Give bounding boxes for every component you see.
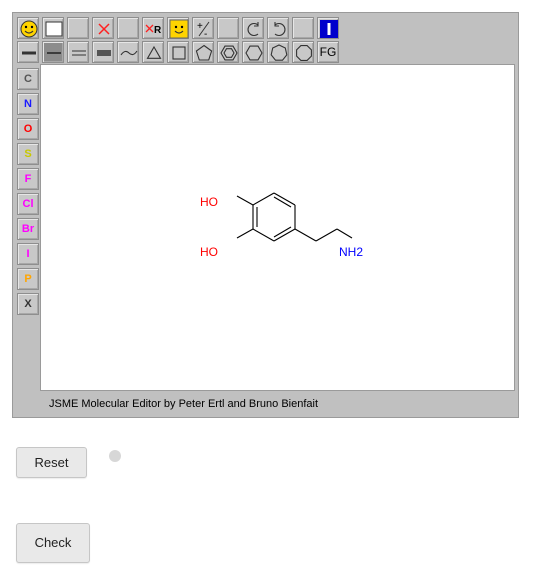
ring3-button[interactable] xyxy=(142,41,164,63)
blank-square-icon xyxy=(45,21,63,37)
element-button-s[interactable]: S xyxy=(17,143,39,165)
smiley-square-icon xyxy=(169,19,189,39)
check-button[interactable]: Check xyxy=(16,523,90,563)
toolbar-empty-slot xyxy=(67,17,89,39)
chain-icon xyxy=(120,50,138,56)
single-bond-icon xyxy=(47,52,61,54)
status-bar: JSME Molecular Editor by Peter Ertl and … xyxy=(49,398,319,410)
blank-square-button[interactable] xyxy=(42,17,64,39)
ring8-icon xyxy=(296,45,312,61)
info-button[interactable] xyxy=(317,17,339,39)
bond xyxy=(252,192,275,206)
smiley-button[interactable] xyxy=(17,17,39,39)
bond xyxy=(315,228,338,242)
jsme-editor: R + - FG C N O S F Cl Br I P X HO HO NH2… xyxy=(12,12,519,418)
element-button-br[interactable]: Br xyxy=(17,218,39,240)
double-bond-icon xyxy=(72,50,86,56)
svg-text:R: R xyxy=(154,25,162,36)
toolbar-empty-slot xyxy=(117,17,139,39)
ring5-button[interactable] xyxy=(192,41,214,63)
molecule-drawing xyxy=(236,192,353,242)
ring8-button[interactable] xyxy=(292,41,314,63)
benzene-button[interactable] xyxy=(217,41,239,63)
double-bond-button[interactable] xyxy=(67,41,89,63)
undo-icon xyxy=(247,22,259,37)
element-button-i[interactable]: I xyxy=(17,243,39,265)
single-bond-button[interactable] xyxy=(42,41,64,63)
svg-text:+: + xyxy=(197,21,203,32)
svg-text:-: - xyxy=(204,29,207,40)
bond xyxy=(252,228,275,242)
atom-label-ho-bottom: HO xyxy=(200,245,218,259)
bond xyxy=(294,228,317,242)
chain-button[interactable] xyxy=(117,41,139,63)
bond xyxy=(273,196,292,208)
ring4-icon xyxy=(172,46,186,60)
single-bond-stub-button[interactable] xyxy=(17,41,39,63)
element-button-x[interactable]: X xyxy=(17,293,39,315)
ring7-button[interactable] xyxy=(267,41,289,63)
delete-r-button[interactable]: R xyxy=(142,17,164,39)
single-bond-stub-icon xyxy=(22,51,36,55)
atom-label-nh2: NH2 xyxy=(339,245,364,259)
toolbar-empty-slot xyxy=(217,17,239,39)
ring6-button[interactable] xyxy=(242,41,264,63)
delete-x-icon xyxy=(98,23,110,35)
charge-icon: +- xyxy=(197,21,210,40)
functional-group-button[interactable]: FG xyxy=(317,41,339,63)
delete-r-icon: R xyxy=(145,24,162,36)
ring6-icon xyxy=(245,45,263,61)
reset-button[interactable]: Reset xyxy=(16,447,87,478)
undo-button[interactable] xyxy=(242,17,264,39)
element-button-cl[interactable]: Cl xyxy=(17,193,39,215)
smiley-icon xyxy=(20,20,38,38)
ring7-icon xyxy=(270,44,288,61)
ring4-button[interactable] xyxy=(167,41,189,63)
bond xyxy=(336,228,353,239)
toolbar-empty-slot xyxy=(292,17,314,39)
element-button-p[interactable]: P xyxy=(17,268,39,290)
ring3-icon xyxy=(146,45,162,59)
delete-x-button[interactable] xyxy=(92,17,114,39)
info-icon xyxy=(320,20,338,38)
element-button-n[interactable]: N xyxy=(17,93,39,115)
ring5-icon xyxy=(195,44,213,61)
triple-bond-icon xyxy=(97,50,111,56)
element-button-c[interactable]: C xyxy=(17,68,39,90)
element-button-o[interactable]: O xyxy=(17,118,39,140)
atom-label-ho-top: HO xyxy=(200,195,218,209)
bond xyxy=(273,226,292,238)
benzene-icon xyxy=(220,45,238,61)
redo-icon xyxy=(274,22,286,37)
triple-bond-button[interactable] xyxy=(92,41,114,63)
bond xyxy=(236,228,254,239)
bond xyxy=(236,195,254,206)
element-button-f[interactable]: F xyxy=(17,168,39,190)
smiley-square-button[interactable] xyxy=(167,17,189,39)
redo-button[interactable] xyxy=(267,17,289,39)
status-indicator xyxy=(109,450,121,462)
drawing-canvas[interactable]: HO HO NH2 xyxy=(40,64,515,391)
charge-button[interactable]: + - xyxy=(192,17,214,40)
